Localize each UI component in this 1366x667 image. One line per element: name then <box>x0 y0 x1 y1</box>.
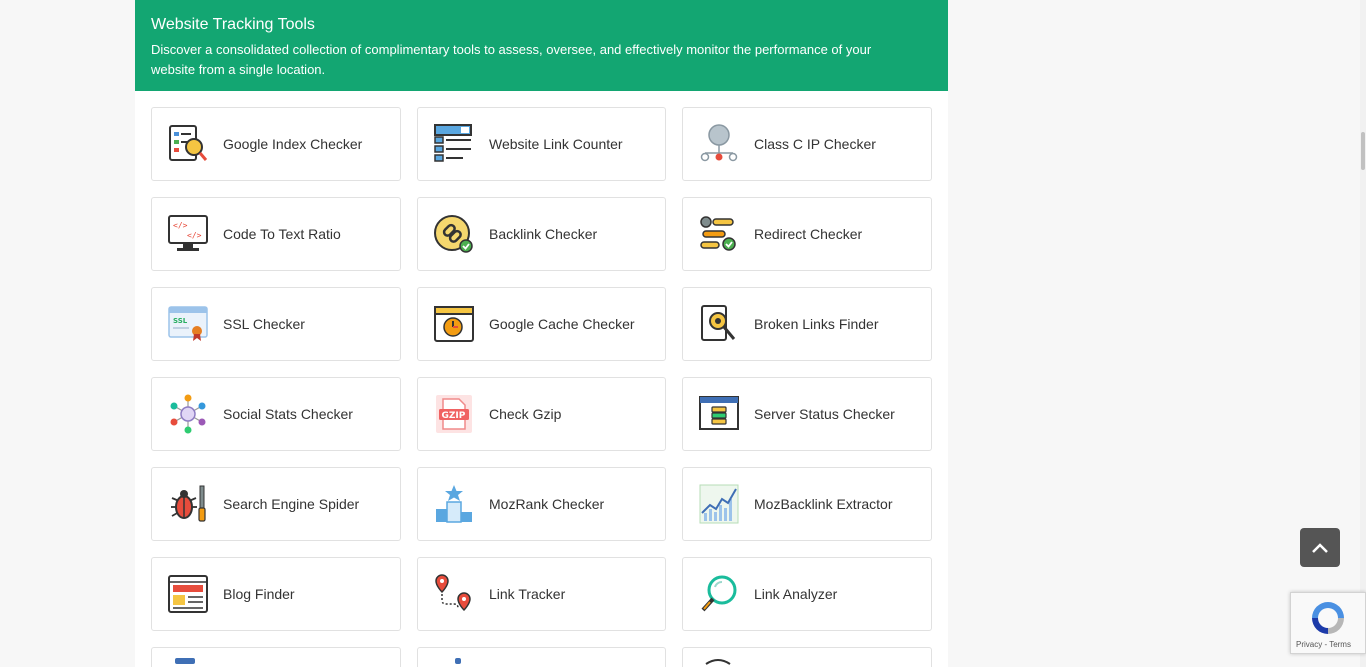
tool-card-partial[interactable] <box>151 647 401 667</box>
tool-label: MozRank Checker <box>489 496 605 512</box>
tool-label: Server Status Checker <box>754 406 895 422</box>
partial-icon <box>705 659 731 665</box>
server-status-checker-icon <box>699 396 739 430</box>
link-tracker-icon <box>435 574 471 612</box>
tool-card-google-cache-checker[interactable]: Google Cache Checker <box>417 287 666 361</box>
tool-label: Social Stats Checker <box>223 406 353 422</box>
recaptcha-links[interactable]: Privacy - Terms <box>1296 640 1351 649</box>
tool-label: Link Tracker <box>489 586 566 602</box>
svg-text:</>: </> <box>173 221 188 230</box>
svg-text:GZIP: GZIP <box>442 411 466 421</box>
scrollbar-thumb[interactable] <box>1361 132 1365 170</box>
tool-card-website-link-counter[interactable]: Website Link Counter <box>417 107 666 181</box>
link-analyzer-icon <box>701 575 737 612</box>
tool-label: Backlink Checker <box>489 226 598 242</box>
section-header: Website Tracking Tools Discover a consol… <box>135 0 948 91</box>
tool-card-mozbacklink-extractor[interactable]: MozBacklink Extractor <box>682 467 932 541</box>
tool-label: Check Gzip <box>489 406 562 422</box>
search-engine-spider-icon <box>171 485 206 522</box>
svg-text:</>: </> <box>187 231 202 240</box>
broken-links-finder-icon <box>701 305 736 341</box>
tool-card-link-analyzer[interactable]: Link Analyzer <box>682 557 932 631</box>
tool-card-backlink-checker[interactable]: Backlink Checker <box>417 197 666 271</box>
svg-text:SSL: SSL <box>173 317 188 325</box>
tool-label: Google Cache Checker <box>489 316 635 332</box>
tool-label: Code To Text Ratio <box>223 226 341 242</box>
tool-label: SSL Checker <box>223 316 305 332</box>
section-title: Website Tracking Tools <box>151 16 315 33</box>
partial-icon <box>455 658 461 664</box>
tool-card-redirect-checker[interactable]: Redirect Checker <box>682 197 932 271</box>
tool-label: Search Engine Spider <box>223 496 360 512</box>
partial-icon <box>175 658 195 664</box>
tool-card-ssl-checker[interactable]: SSL SSL Checker <box>151 287 401 361</box>
tool-card-blog-finder[interactable]: Blog Finder <box>151 557 401 631</box>
tool-card-partial[interactable] <box>417 647 666 667</box>
social-stats-checker-icon <box>170 394 206 434</box>
website-link-counter-icon <box>434 124 472 162</box>
class-c-ip-checker-icon <box>700 124 738 162</box>
tool-card-social-stats-checker[interactable]: Social Stats Checker <box>151 377 401 451</box>
backlink-checker-icon <box>434 215 473 253</box>
chevron-up-icon <box>1312 542 1328 553</box>
tool-card-google-index-checker[interactable]: Google Index Checker <box>151 107 401 181</box>
tool-card-search-engine-spider[interactable]: Search Engine Spider <box>151 467 401 541</box>
scroll-to-top-button[interactable] <box>1300 528 1340 567</box>
google-index-checker-icon <box>169 125 208 161</box>
tool-card-link-tracker[interactable]: Link Tracker <box>417 557 666 631</box>
blog-finder-icon <box>168 575 208 613</box>
tool-label: Redirect Checker <box>754 226 863 242</box>
tool-card-server-status-checker[interactable]: Server Status Checker <box>682 377 932 451</box>
tool-label: Google Index Checker <box>223 136 363 152</box>
tool-label: Link Analyzer <box>754 586 838 602</box>
mozrank-checker-icon <box>436 485 472 523</box>
tool-label: Broken Links Finder <box>754 316 879 332</box>
recaptcha-icon <box>1312 602 1344 634</box>
tools-grid: Google Index Checker Website Link Counte… <box>151 107 932 631</box>
page-scrollbar[interactable] <box>1360 0 1366 667</box>
mozbacklink-extractor-icon <box>699 484 739 524</box>
tool-card-partial[interactable] <box>682 647 932 667</box>
tool-card-check-gzip[interactable]: GZIP Check Gzip <box>417 377 666 451</box>
tool-card-mozrank-checker[interactable]: MozRank Checker <box>417 467 666 541</box>
tool-card-class-c-ip-checker[interactable]: Class C IP Checker <box>682 107 932 181</box>
tool-label: Class C IP Checker <box>754 136 876 152</box>
tools-grid-next-row <box>151 647 932 667</box>
tool-label: MozBacklink Extractor <box>754 496 893 512</box>
redirect-checker-icon <box>700 216 736 251</box>
section-description: Discover a consolidated collection of co… <box>151 42 872 77</box>
code-to-text-ratio-icon: </> </> <box>168 215 208 251</box>
tool-card-code-to-text-ratio[interactable]: </> </> Code To Text Ratio <box>151 197 401 271</box>
tool-label: Blog Finder <box>223 586 295 602</box>
tool-label: Website Link Counter <box>489 136 623 152</box>
tool-card-broken-links-finder[interactable]: Broken Links Finder <box>682 287 932 361</box>
google-cache-checker-icon <box>434 306 474 342</box>
tools-panel: Website Tracking Tools Discover a consol… <box>135 0 948 667</box>
recaptcha-badge[interactable]: Privacy - Terms <box>1290 592 1366 654</box>
ssl-checker-icon: SSL <box>168 306 208 341</box>
check-gzip-icon: GZIP <box>436 395 472 433</box>
